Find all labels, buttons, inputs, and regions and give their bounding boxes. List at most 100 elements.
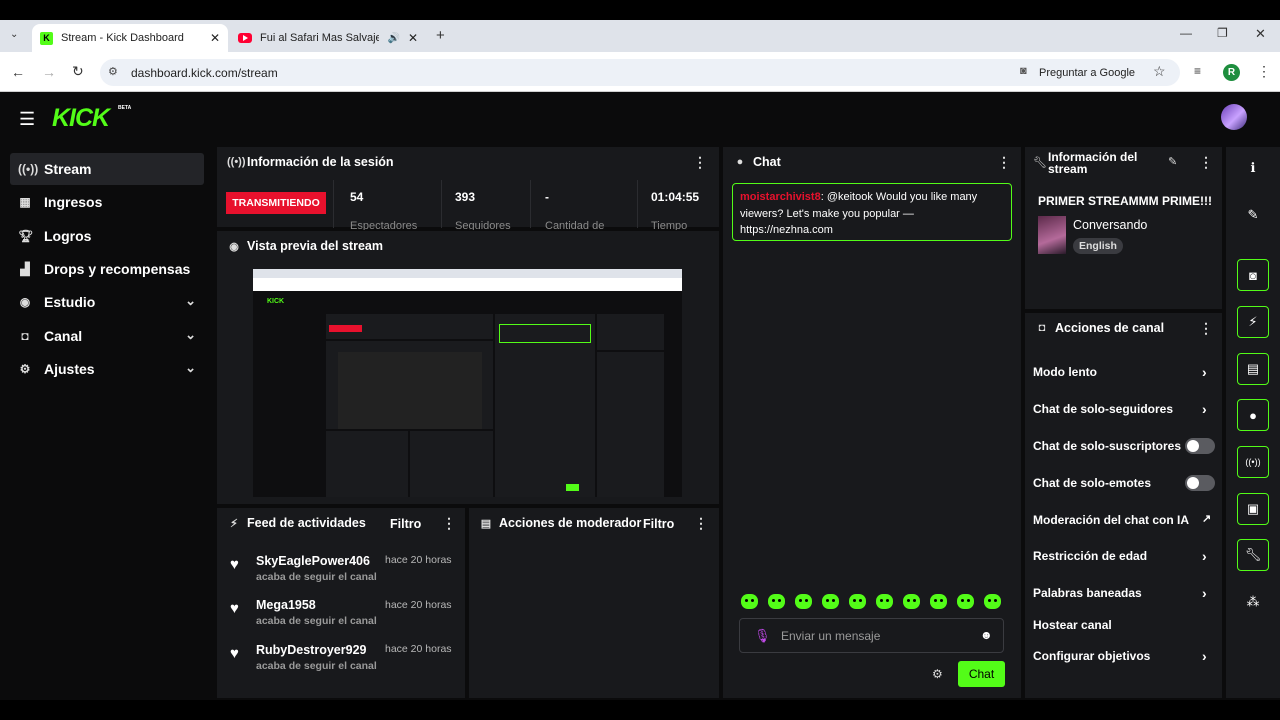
plus-icon[interactable]: + xyxy=(436,27,445,44)
site-info-icon[interactable]: ⚙ xyxy=(108,65,118,78)
ask-google-button[interactable]: Preguntar a Google xyxy=(1039,67,1135,79)
external-link-icon[interactable]: ↗ xyxy=(1202,512,1211,525)
address-bar[interactable]: ⚙ dashboard.kick.com/stream ◙ Preguntar … xyxy=(100,59,1180,86)
divider xyxy=(530,180,531,228)
emote-icon[interactable] xyxy=(984,594,1001,609)
filter-button[interactable]: Filtro xyxy=(643,517,674,531)
sidebar-item-ajustes[interactable]: ⚙ Ajustes ⌄ xyxy=(10,353,204,385)
camera-panel-button[interactable]: ◙ xyxy=(1237,259,1269,291)
emote-icon[interactable] xyxy=(822,594,839,609)
layout-icon[interactable]: ⁂ xyxy=(1237,586,1269,618)
chevron-right-icon[interactable]: › xyxy=(1202,401,1207,417)
hamburger-menu-icon[interactable]: ☰ xyxy=(19,109,35,130)
chevron-down-icon[interactable]: ⌄ xyxy=(185,327,196,343)
emoji-icon[interactable]: ☻ xyxy=(980,628,993,642)
close-tab-icon[interactable]: ✕ xyxy=(408,31,418,45)
close-tab-icon[interactable]: ✕ xyxy=(210,31,220,45)
forward-icon[interactable]: → xyxy=(42,64,56,80)
audio-icon[interactable]: 🔊 xyxy=(387,33,399,44)
emote-icon[interactable] xyxy=(957,594,974,609)
chevron-right-icon[interactable]: › xyxy=(1202,548,1207,564)
browser-menu-icon[interactable]: ⋮ xyxy=(1257,63,1271,80)
chat-input[interactable]: 🎙︎ Enviar un mensaje ☻ xyxy=(739,618,1004,653)
kebab-menu-icon[interactable]: ⋮ xyxy=(693,154,707,171)
minimize-icon[interactable]: — xyxy=(1180,26,1192,40)
chat-message[interactable]: moistarchivist8: @keitook Would you like… xyxy=(732,183,1012,241)
emote-icon[interactable] xyxy=(903,594,920,609)
kebab-menu-icon[interactable]: ⋮ xyxy=(694,515,708,532)
emote-icon[interactable] xyxy=(849,594,866,609)
maximize-icon[interactable]: ❐ xyxy=(1217,26,1228,40)
feed-username[interactable]: Mega1958 xyxy=(256,598,316,612)
close-window-icon[interactable]: ✕ xyxy=(1255,26,1266,42)
sidebar-item-estudio[interactable]: ◉ Estudio ⌄ xyxy=(10,286,204,318)
reload-icon[interactable]: ↻ xyxy=(72,63,84,80)
chevron-right-icon[interactable]: › xyxy=(1202,364,1207,380)
chat-username[interactable]: moistarchivist8 xyxy=(740,191,821,203)
stream-preview-video[interactable]: KICK xyxy=(253,269,682,497)
session-panel-button[interactable]: ((•)) xyxy=(1237,446,1269,478)
chevron-down-icon[interactable]: ⌄ xyxy=(185,293,196,309)
category-thumbnail[interactable] xyxy=(1038,216,1066,254)
edit-icon[interactable]: ✎ xyxy=(1168,155,1177,168)
browser-tab-active[interactable]: K Stream - Kick Dashboard ✕ xyxy=(32,24,228,52)
chat-bubble-icon: ● xyxy=(1249,407,1257,423)
edit-icon[interactable]: ✎ xyxy=(1237,199,1269,231)
action-emotes-only[interactable]: Chat de solo-emotes xyxy=(1033,476,1151,490)
chart-icon: ▦ xyxy=(19,195,31,209)
url-text[interactable]: dashboard.kick.com/stream xyxy=(131,66,278,80)
sidebar-item-ingresos[interactable]: ▦ Ingresos xyxy=(10,186,204,218)
profile-avatar[interactable]: R xyxy=(1223,64,1240,81)
filter-button[interactable]: Filtro xyxy=(390,517,421,531)
sidebar-item-canal[interactable]: ◘ Canal ⌄ xyxy=(10,320,204,352)
stream-title: PRIMER STREAMMM PRIME!!! xyxy=(1038,194,1212,208)
moderator-panel-button[interactable]: ▤ xyxy=(1237,353,1269,385)
sidebar-item-stream[interactable]: ((•)) Stream xyxy=(10,153,204,185)
action-host-channel[interactable]: Hostear canal xyxy=(1033,618,1112,632)
lens-icon[interactable]: ◙ xyxy=(1020,65,1027,77)
microphone-icon[interactable]: 🎙︎ xyxy=(754,628,771,644)
action-set-goals[interactable]: Configurar objetivos xyxy=(1033,649,1150,663)
chat-send-button[interactable]: Chat xyxy=(958,661,1005,687)
action-age-restriction[interactable]: Restricción de edad xyxy=(1033,549,1147,563)
emote-icon[interactable] xyxy=(768,594,785,609)
action-followers-only[interactable]: Chat de solo-seguidores xyxy=(1033,402,1173,416)
browser-tab-inactive[interactable]: Fui al Safari Mas Salvaje de 🔊 ✕ xyxy=(230,24,426,52)
sidebar-item-drops[interactable]: ▟ Drops y recompensas xyxy=(10,253,204,285)
action-banned-words[interactable]: Palabras baneadas xyxy=(1033,586,1142,600)
stream-info-panel-button[interactable]: ▣ xyxy=(1237,493,1269,525)
chevron-right-icon[interactable]: › xyxy=(1202,648,1207,664)
action-slow-mode[interactable]: Modo lento xyxy=(1033,365,1097,379)
feed-time: hace 20 horas xyxy=(385,643,452,655)
activity-panel-button[interactable]: ⚡︎ xyxy=(1237,306,1269,338)
channel-actions-panel-button[interactable]: 🔧︎ xyxy=(1237,539,1269,571)
feed-username[interactable]: RubyDestroyer929 xyxy=(256,643,366,657)
sidebar-item-logros[interactable]: 🏆︎ Logros xyxy=(10,220,204,252)
divider xyxy=(333,180,334,228)
kick-logo[interactable]: KICK xyxy=(52,104,110,133)
user-avatar[interactable] xyxy=(1221,104,1247,130)
kebab-menu-icon[interactable]: ⋮ xyxy=(1199,320,1213,337)
emote-icon[interactable] xyxy=(741,594,758,609)
emote-icon[interactable] xyxy=(930,594,947,609)
kebab-menu-icon[interactable]: ⋮ xyxy=(1199,154,1213,171)
back-icon[interactable]: ← xyxy=(11,64,25,80)
action-ai-moderation[interactable]: Moderación del chat con IA xyxy=(1033,513,1189,527)
bookmark-star-icon[interactable]: ☆ xyxy=(1153,63,1166,80)
info-icon[interactable]: ℹ xyxy=(1237,152,1269,184)
emote-icon[interactable] xyxy=(795,594,812,609)
action-subscribers-only[interactable]: Chat de solo-suscriptores xyxy=(1033,439,1181,453)
chat-panel-button[interactable]: ● xyxy=(1237,399,1269,431)
chevron-right-icon[interactable]: › xyxy=(1202,585,1207,601)
tab-search-icon[interactable]: ⌄ xyxy=(10,29,18,40)
chevron-down-icon[interactable]: ⌄ xyxy=(185,360,196,376)
subscribers-only-toggle[interactable] xyxy=(1185,438,1215,454)
chat-settings-icon[interactable]: ⚙ xyxy=(932,667,943,681)
kebab-menu-icon[interactable]: ⋮ xyxy=(997,154,1011,171)
kebab-menu-icon[interactable]: ⋮ xyxy=(442,515,456,532)
category-name[interactable]: Conversando xyxy=(1073,218,1147,232)
media-control-icon[interactable]: ≡ xyxy=(1194,64,1201,78)
emote-icon[interactable] xyxy=(876,594,893,609)
emotes-only-toggle[interactable] xyxy=(1185,475,1215,491)
feed-username[interactable]: SkyEaglePower406 xyxy=(256,554,370,568)
